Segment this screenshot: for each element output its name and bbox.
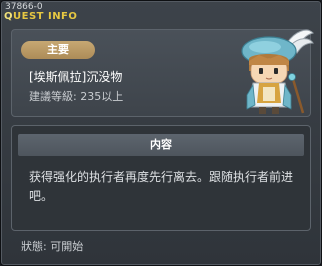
quest-category-badge: 主要 bbox=[21, 41, 95, 59]
npc-portrait-icon bbox=[241, 29, 314, 114]
quest-info-window: 37866-0 QUEST INFO 主要 [埃斯佩拉]沉没物 建議等級: 23… bbox=[0, 0, 322, 266]
content-body: 获得强化的执行者再度先行离去。跟随执行者前进吧。 bbox=[29, 170, 294, 203]
window-title-lead: Q bbox=[4, 11, 14, 22]
content-header: 内容 bbox=[18, 134, 304, 156]
quest-content-panel: 内容 获得强化的执行者再度先行离去。跟随执行者前进吧。 bbox=[11, 125, 311, 231]
quest-status: 狀態: 可開始 bbox=[21, 240, 84, 253]
quest-level-requirement: 建議等級: 235以上 bbox=[29, 90, 124, 103]
quest-name: [埃斯佩拉]沉没物 bbox=[29, 70, 123, 84]
window-title[interactable]: QUEST INFO bbox=[4, 11, 77, 22]
window-title-rest: UEST INFO bbox=[13, 11, 78, 22]
